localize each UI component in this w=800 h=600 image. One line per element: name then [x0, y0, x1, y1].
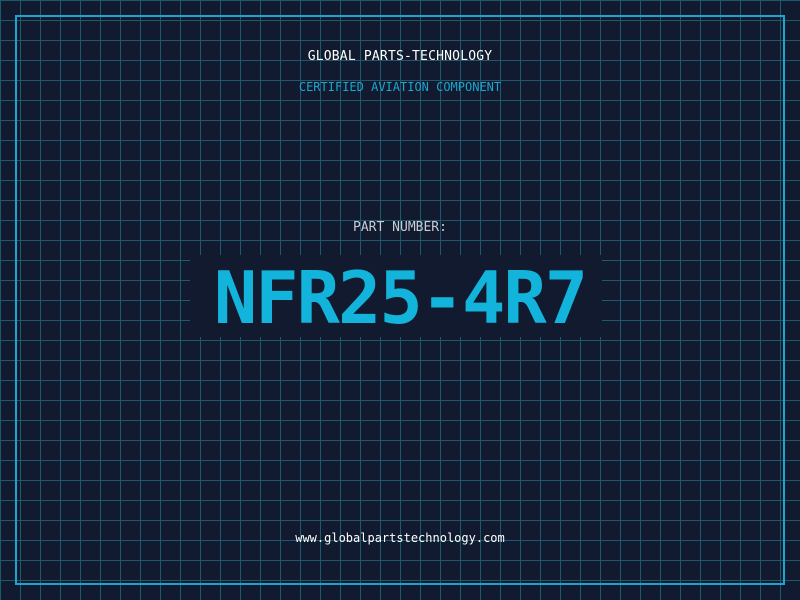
company-name: GLOBAL PARTS-TECHNOLOGY [307, 49, 493, 64]
part-number-value: NFR25-4R7 [213, 256, 588, 340]
part-number-label: PART NUMBER: [353, 220, 447, 235]
certification-subtitle: CERTIFIED AVIATION COMPONENT [298, 80, 502, 94]
website-url: www.globalpartstechnology.com [295, 531, 505, 545]
label-canvas: GLOBAL PARTS-TECHNOLOGY CERTIFIED AVIATI… [0, 0, 800, 600]
